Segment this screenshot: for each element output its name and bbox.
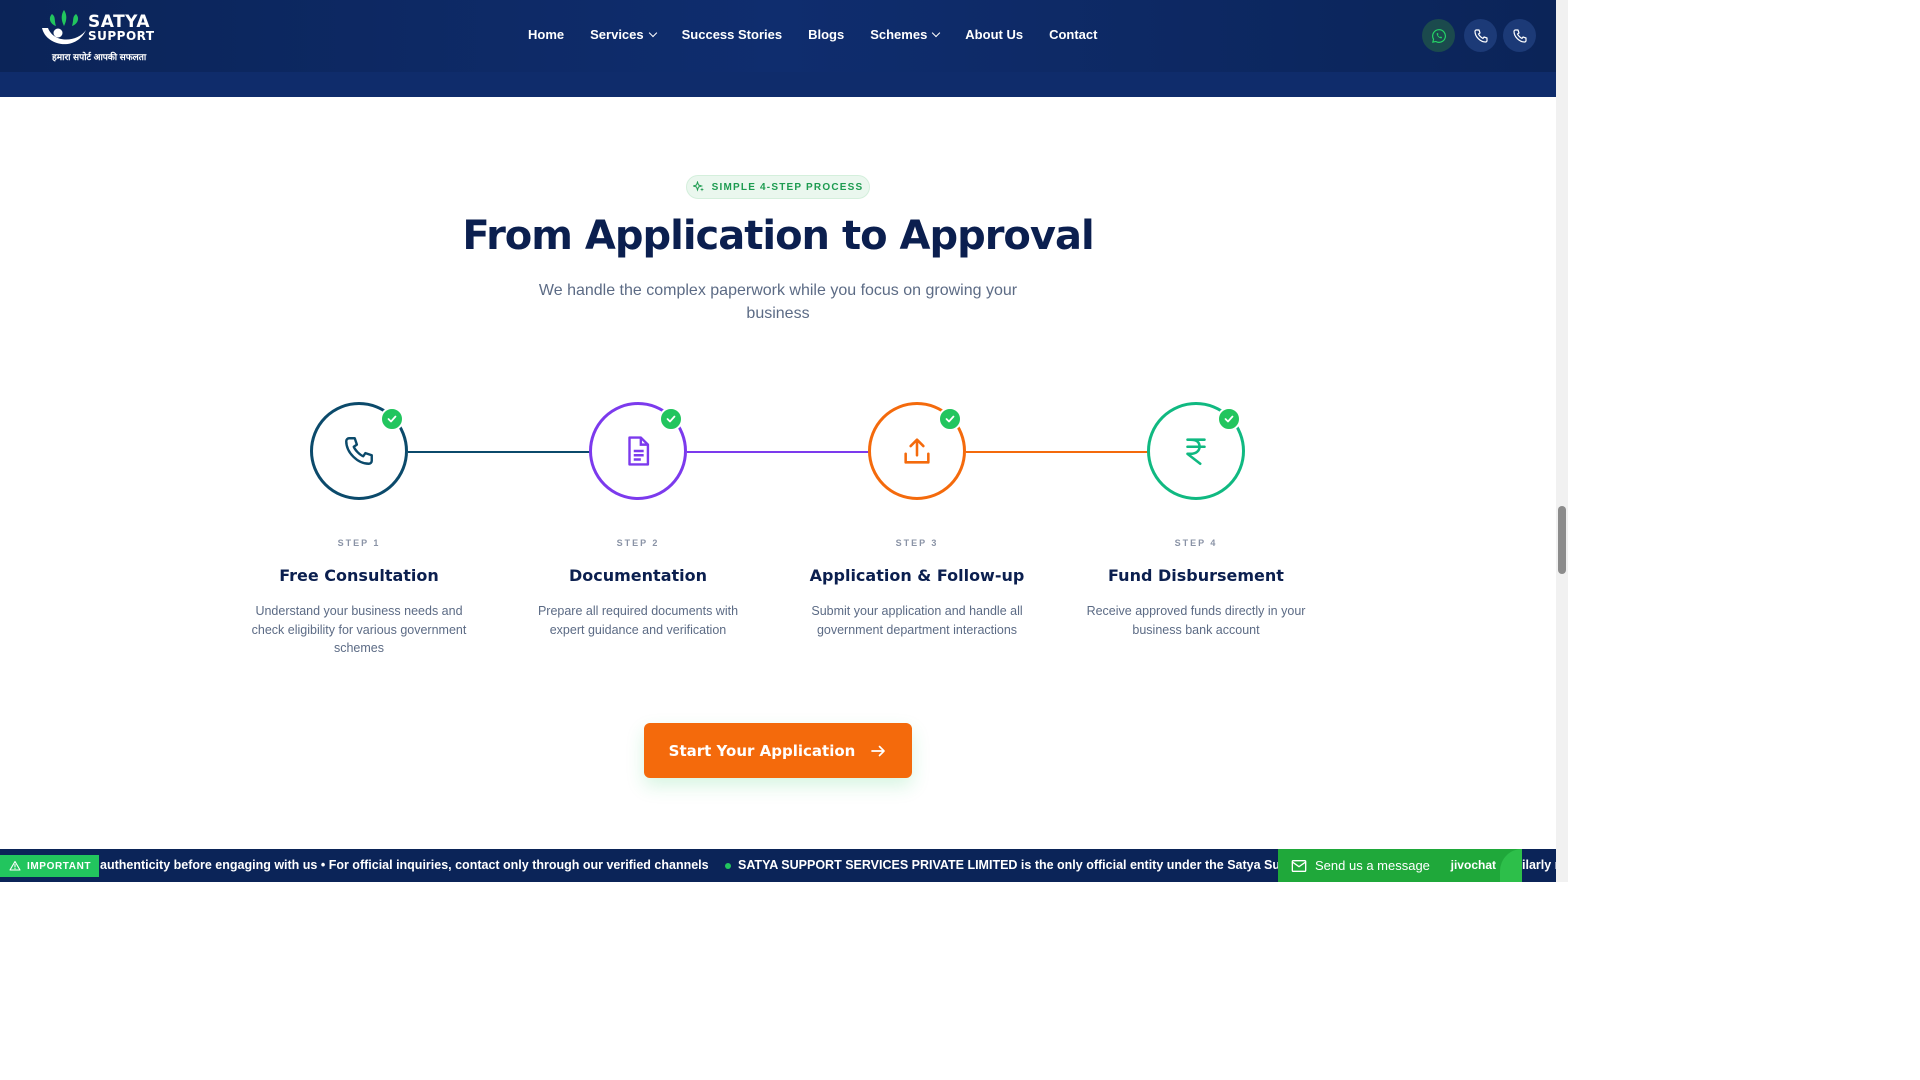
step-connector xyxy=(687,451,869,453)
rupee-icon xyxy=(1186,438,1206,466)
step-2-label: STEP 2 xyxy=(616,538,660,548)
nav-label: Home xyxy=(528,27,565,42)
section-badge-label: SIMPLE 4-STEP PROCESS xyxy=(711,181,864,193)
warning-icon xyxy=(9,860,21,871)
step-connector xyxy=(408,451,590,453)
phone-icon xyxy=(1512,28,1527,43)
important-label: IMPORTANT xyxy=(27,860,92,872)
nav-label: About Us xyxy=(965,27,1024,42)
nav-label: Services xyxy=(590,27,644,42)
call-button-2[interactable] xyxy=(1503,19,1536,52)
nav-services[interactable]: Services xyxy=(590,27,657,42)
arrow-right-icon xyxy=(871,745,886,756)
important-badge: IMPORTANT xyxy=(0,855,99,877)
chat-widget-button[interactable]: Send us a message jivochat xyxy=(1278,849,1522,882)
nav-label: Contact xyxy=(1049,27,1098,42)
chat-label: Send us a message xyxy=(1315,858,1430,873)
upload-icon xyxy=(904,438,930,464)
sparkle-icon xyxy=(692,181,704,192)
ticker-message-2: SATYA SUPPORT SERVICES PRIVATE LIMITED i… xyxy=(738,858,1343,872)
step-3-description: Submit your application and handle all g… xyxy=(811,604,1023,637)
step-1-title: Free Consultation xyxy=(279,566,439,585)
step-1-label: STEP 1 xyxy=(337,538,381,548)
step-4-title: Fund Disbursement xyxy=(1108,566,1284,585)
check-icon xyxy=(659,407,683,431)
nav-label: Success Stories xyxy=(681,27,783,42)
nav-about-us[interactable]: About Us xyxy=(965,27,1023,42)
logo-subtitle: SUPPORT xyxy=(88,29,155,43)
nav-label: Blogs xyxy=(808,27,845,42)
nav-blogs[interactable]: Blogs xyxy=(808,27,844,42)
nav-contact[interactable]: Contact xyxy=(1049,27,1097,42)
section-subtitle: We handle the complex paperwork while yo… xyxy=(538,282,1018,322)
ticker-bullet xyxy=(725,863,731,869)
section-title: From Application to Approval xyxy=(462,213,1094,259)
check-icon xyxy=(938,407,962,431)
mail-icon xyxy=(1291,859,1307,872)
chevron-down-icon xyxy=(648,28,657,38)
site-header: SATYA SUPPORT हमारा सपोर्ट आपकी सफलता Ho… xyxy=(0,0,1556,97)
check-icon xyxy=(380,407,404,431)
step-1-description: Understand your business needs and check… xyxy=(251,604,467,655)
whatsapp-button[interactable] xyxy=(1422,19,1455,52)
phone-icon xyxy=(345,437,373,465)
phone-icon xyxy=(1473,28,1488,43)
step-4-label: STEP 4 xyxy=(1174,538,1218,548)
chat-leaf-icon xyxy=(1500,849,1522,882)
logo-mark-icon xyxy=(42,10,86,45)
check-icon xyxy=(1217,407,1241,431)
document-icon xyxy=(628,436,650,466)
step-4-description: Receive approved funds directly in your … xyxy=(1086,604,1306,637)
main-nav: Home Services Success Stories Blogs Sche… xyxy=(528,27,1123,42)
start-application-button[interactable]: Start Your Application xyxy=(644,723,912,778)
whatsapp-icon xyxy=(1431,28,1446,43)
chevron-down-icon xyxy=(932,28,941,38)
start-application-label: Start Your Application xyxy=(668,741,856,760)
chat-brand: jivochat xyxy=(1450,858,1496,872)
logo-tagline: हमारा सपोर्ट आपकी सफलता xyxy=(52,52,147,62)
nav-label: Schemes xyxy=(870,27,928,42)
scrollbar-track[interactable] xyxy=(1556,0,1568,882)
step-connector xyxy=(966,451,1148,453)
step-2-description: Prepare all required documents with expe… xyxy=(537,604,739,637)
page: SATYA SUPPORT हमारा सपोर्ट आपकी सफलता Ho… xyxy=(0,0,1568,882)
nav-home[interactable]: Home xyxy=(528,27,564,42)
ticker-message-1: authenticity before engaging with us • F… xyxy=(100,858,709,872)
section-badge: SIMPLE 4-STEP PROCESS xyxy=(686,175,870,199)
step-3-title: Application & Follow-up xyxy=(809,566,1025,585)
call-button[interactable] xyxy=(1464,19,1497,52)
nav-schemes[interactable]: Schemes xyxy=(870,27,941,42)
scrollbar-thumb[interactable] xyxy=(1558,506,1566,574)
logo[interactable]: SATYA SUPPORT हमारा सपोर्ट आपकी सफलता xyxy=(38,6,168,66)
nav-success-stories[interactable]: Success Stories xyxy=(682,27,782,42)
step-2-title: Documentation xyxy=(568,566,708,585)
step-3-label: STEP 3 xyxy=(895,538,939,548)
